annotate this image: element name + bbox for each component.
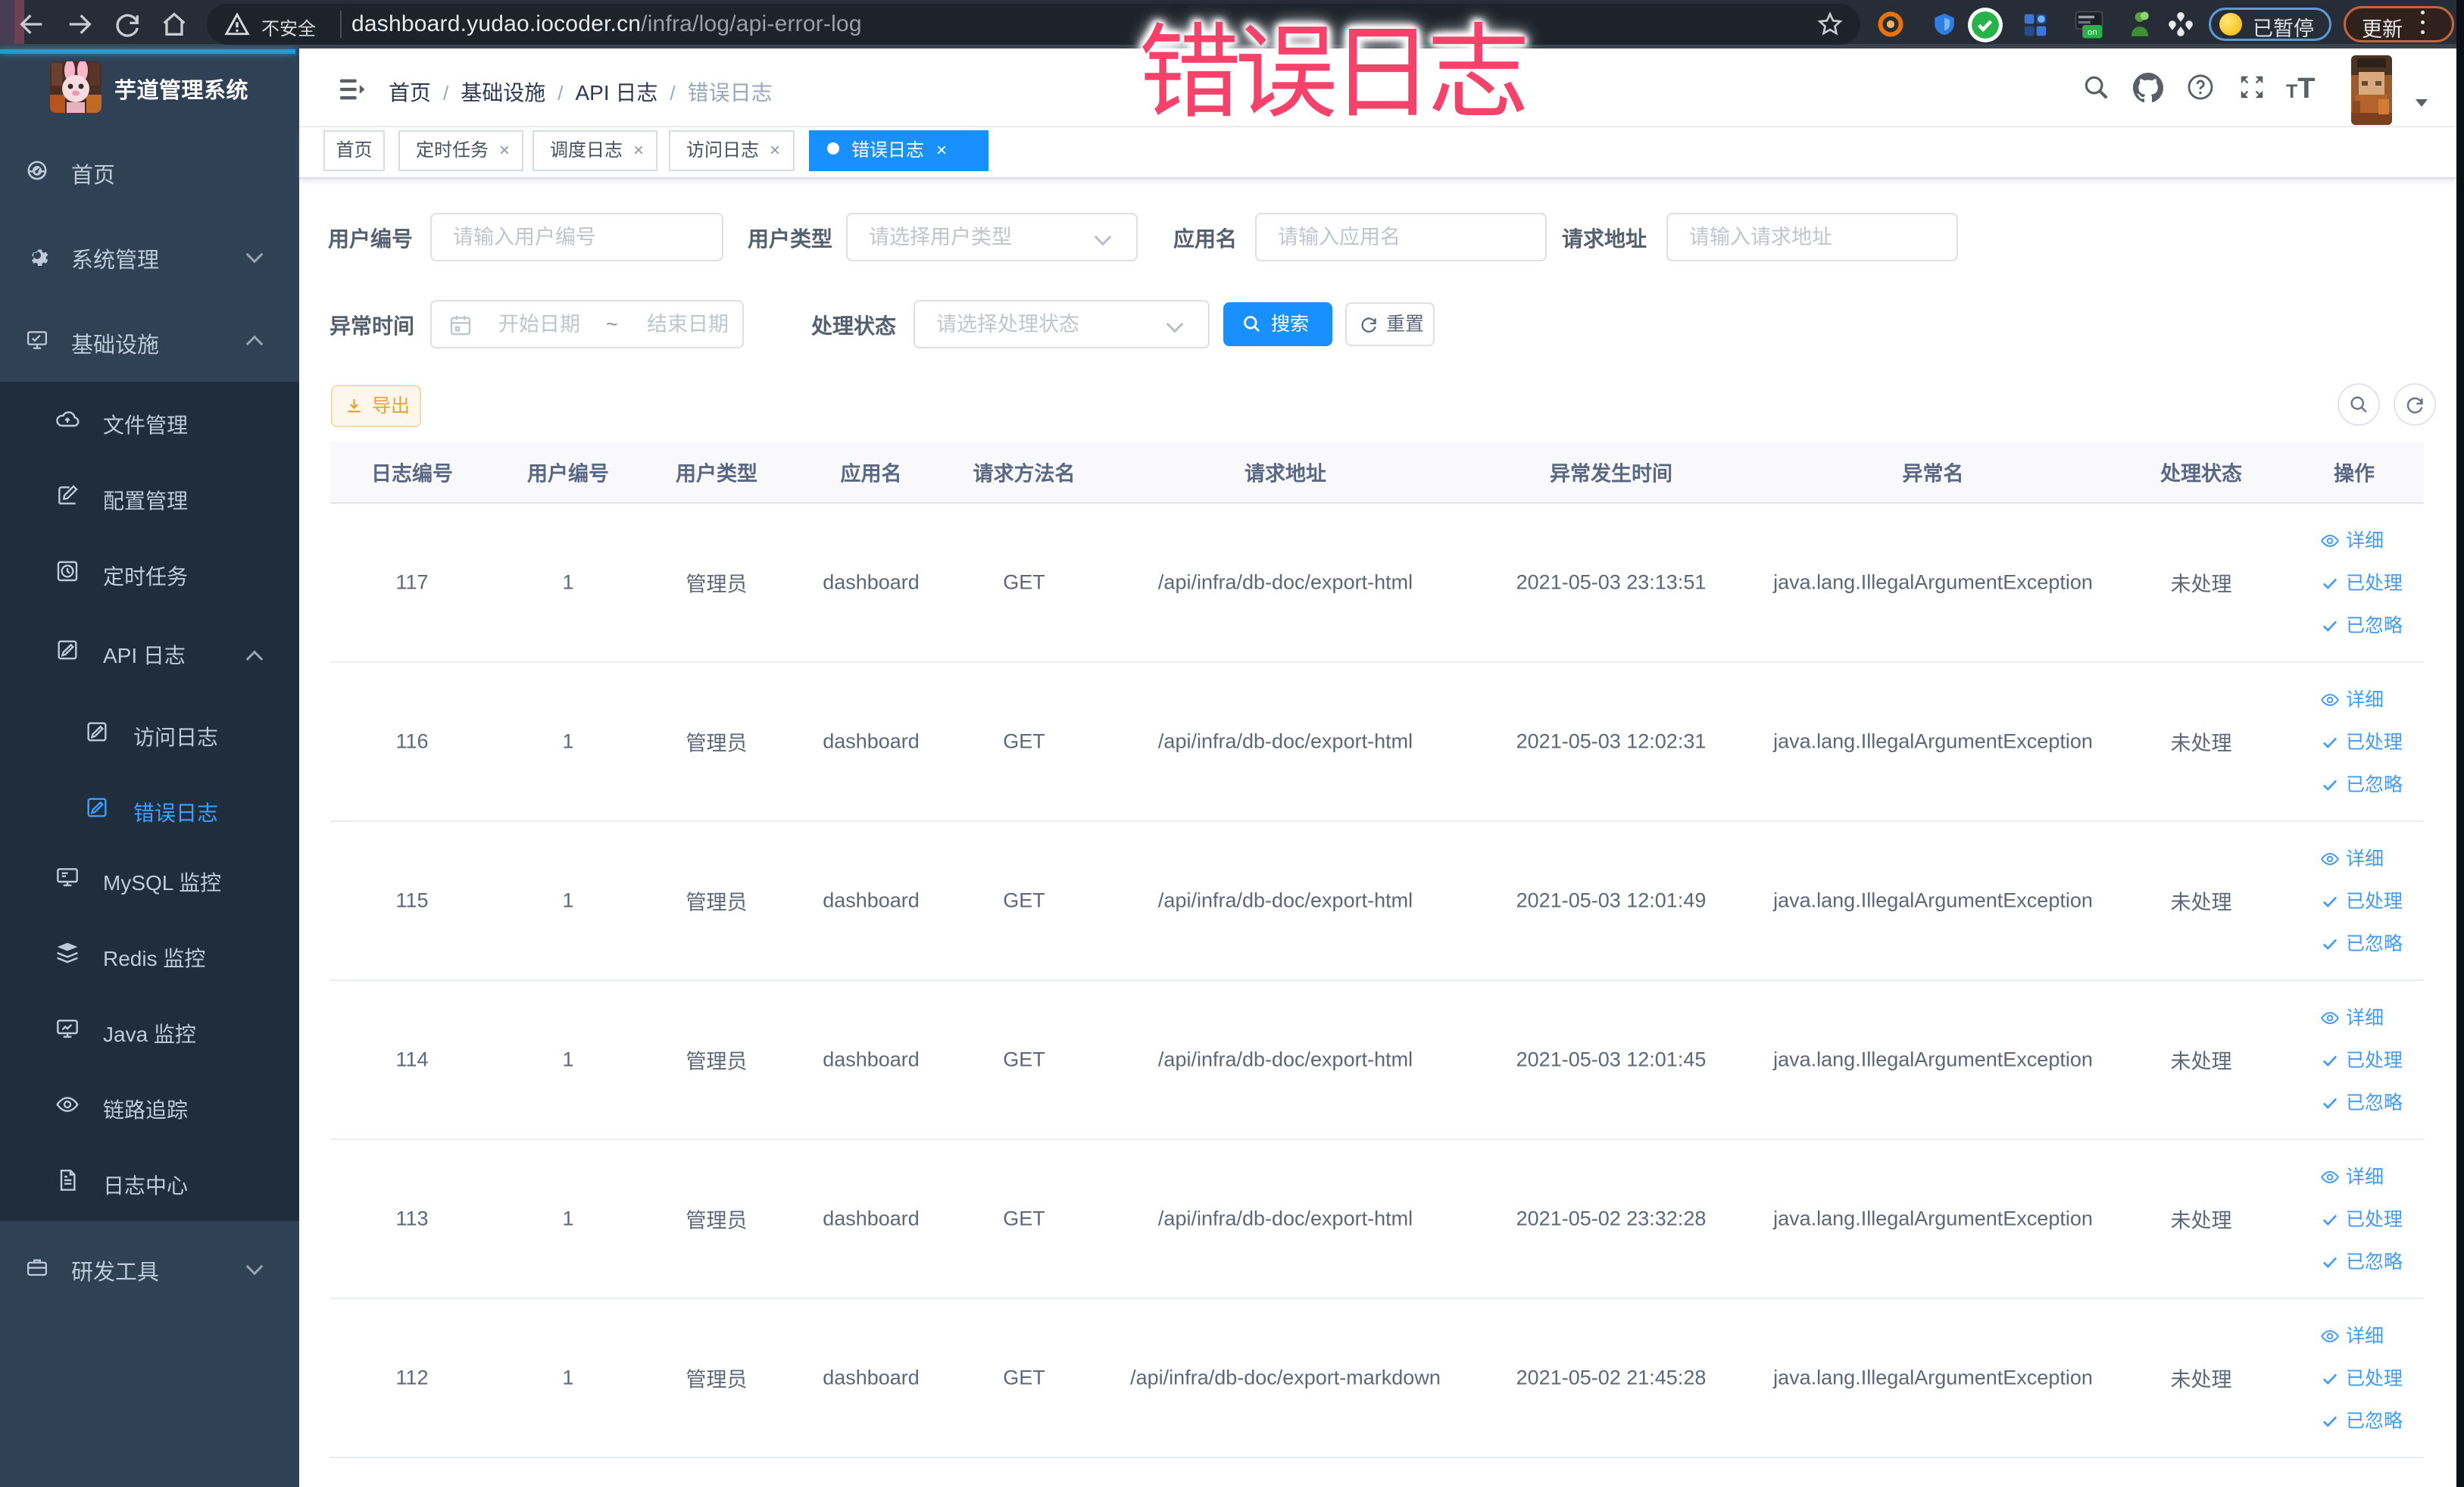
svg-text:on: on xyxy=(2088,28,2097,37)
